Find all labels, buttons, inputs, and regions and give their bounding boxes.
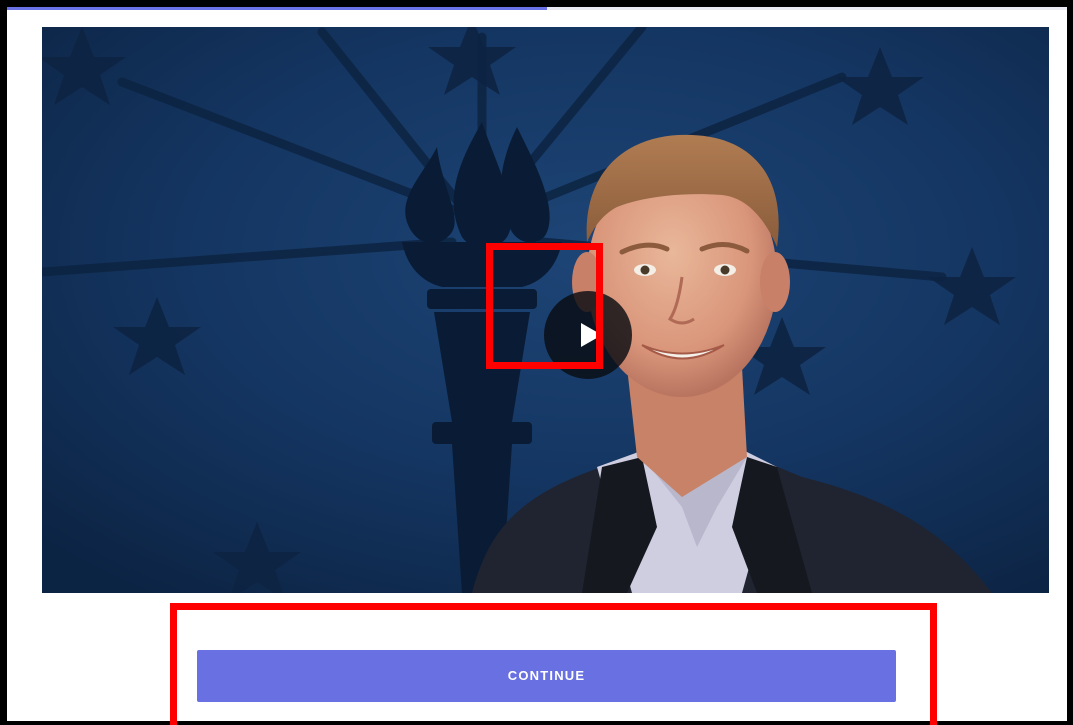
video-player[interactable]: [42, 27, 1049, 593]
play-icon: [581, 323, 602, 347]
progress-bar-track: [547, 7, 1067, 10]
continue-button[interactable]: CONTINUE: [197, 650, 896, 702]
progress-bar-filled: [7, 7, 547, 10]
play-button[interactable]: [544, 291, 632, 379]
